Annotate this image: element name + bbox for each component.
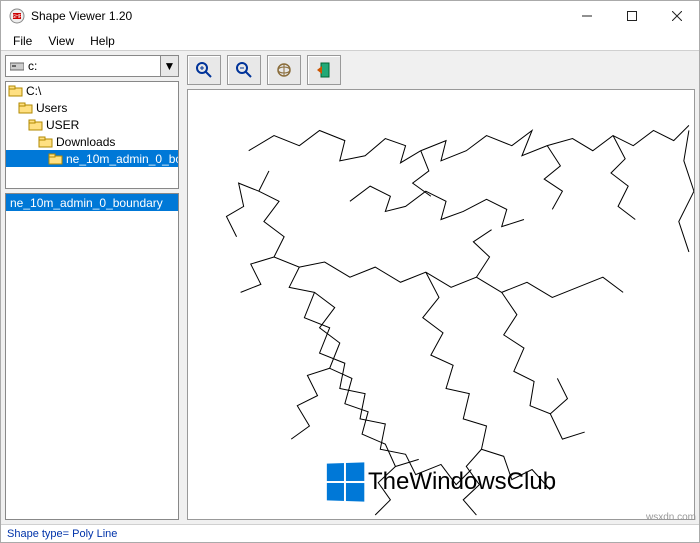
menu-help[interactable]: Help [82,32,123,50]
tree-row[interactable]: ne_10m_admin_0_bou [6,150,178,167]
tree-row[interactable]: Users [6,99,178,116]
folder-icon [38,135,54,149]
list-item[interactable]: ne_10m_admin_0_boundary [6,194,178,211]
zoom-out-button[interactable] [227,55,261,85]
tree-label: C:\ [26,84,41,98]
toolbar [187,55,695,85]
status-bar: Shape type= Poly Line [1,524,699,542]
tree-label: ne_10m_admin_0_bou [66,152,179,166]
content: c: ▼ C:\ Users USER Downloads [1,51,699,524]
zoom-out-icon [235,61,253,79]
minimize-button[interactable] [564,1,609,31]
file-label: ne_10m_admin_0_boundary [10,196,163,210]
folder-icon [48,152,64,166]
sidebar: c: ▼ C:\ Users USER Downloads [1,51,183,524]
zoom-in-button[interactable] [187,55,221,85]
menu-view[interactable]: View [40,32,82,50]
status-text: Shape type= Poly Line [7,528,117,540]
credit-text: wsxdn.com [646,512,696,523]
folder-icon [28,118,44,132]
tree-label: USER [46,118,79,132]
exit-button[interactable] [307,55,341,85]
maximize-button[interactable] [609,1,654,31]
window-controls [564,1,699,31]
tree-label: Users [36,101,67,115]
folder-icon [8,84,24,98]
app-window: SHP Shape Viewer 1.20 File View Help c: … [0,0,700,543]
menubar: File View Help [1,31,699,51]
reset-view-button[interactable] [267,55,301,85]
map-canvas[interactable]: TheWindowsClub [187,89,695,520]
exit-icon [315,61,333,79]
menu-file[interactable]: File [5,32,40,50]
tree-row[interactable]: C:\ [6,82,178,99]
window-title: Shape Viewer 1.20 [31,9,564,23]
zoom-in-icon [195,61,213,79]
main-pane: TheWindowsClub [183,51,699,524]
drive-label: c: [28,59,37,73]
drive-icon [10,60,24,72]
close-button[interactable] [654,1,699,31]
titlebar: SHP Shape Viewer 1.20 [1,1,699,31]
drive-select[interactable]: c: ▼ [5,55,179,77]
tree-row[interactable]: Downloads [6,133,178,150]
chevron-down-icon: ▼ [160,56,178,76]
map-shape [188,90,694,520]
tree-label: Downloads [56,135,115,149]
folder-tree[interactable]: C:\ Users USER Downloads ne_10m_admin_0_… [5,81,179,189]
tree-row[interactable]: USER [6,116,178,133]
folder-icon [18,101,34,115]
svg-text:SHP: SHP [12,14,23,20]
globe-icon [275,61,293,79]
file-list[interactable]: ne_10m_admin_0_boundary [5,193,179,520]
app-icon: SHP [9,8,25,24]
